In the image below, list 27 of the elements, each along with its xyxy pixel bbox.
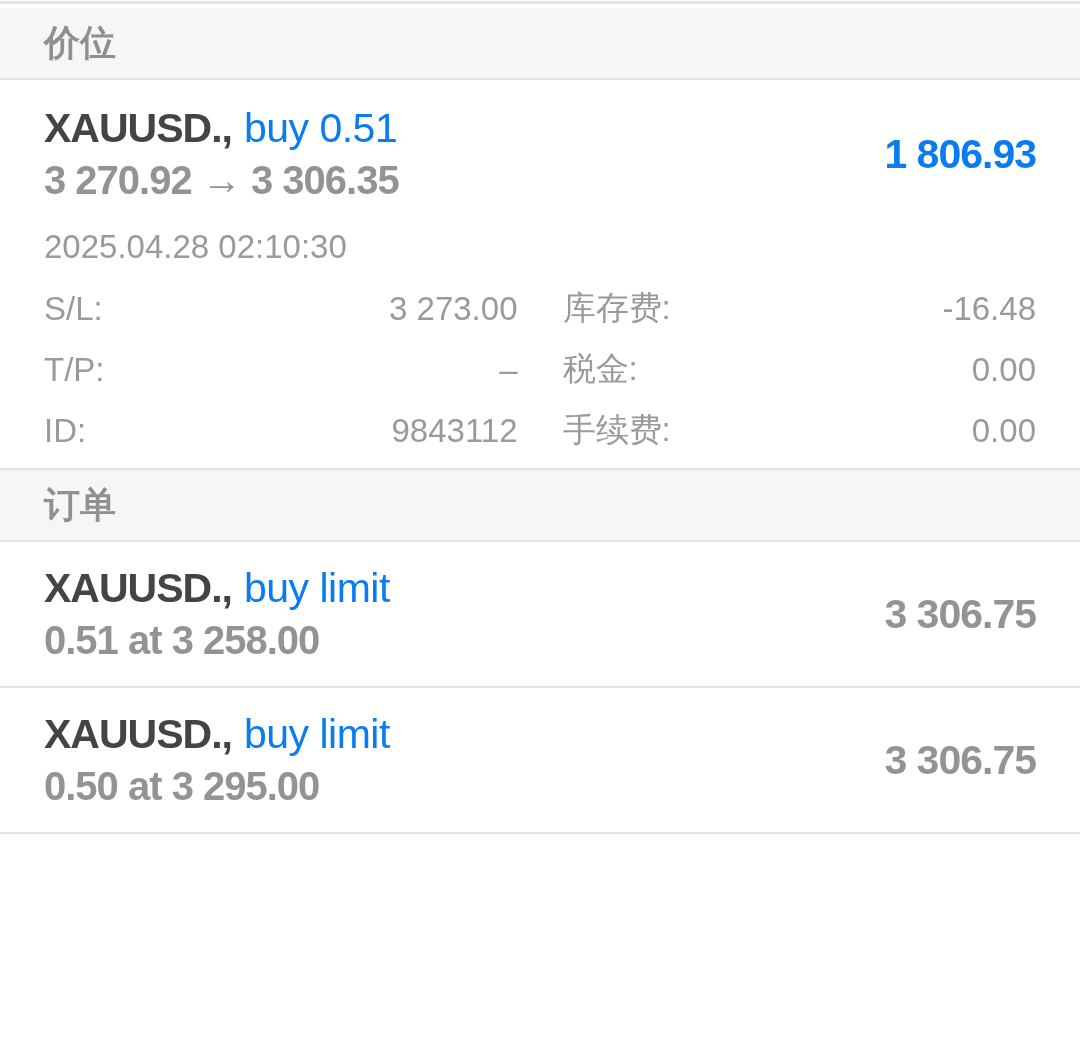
detail-label: 税金: xyxy=(562,349,638,389)
detail-label: ID: xyxy=(44,411,87,450)
detail-value: 9843112 xyxy=(391,411,518,450)
current-price-value: 3 306.75 xyxy=(884,736,1036,784)
detail-value: -16.48 xyxy=(942,289,1036,328)
volume-price-text: 0.51 at 3 258.00 xyxy=(44,618,320,662)
trade-type-text: buy 0.51 xyxy=(243,105,398,151)
detail-value: – xyxy=(499,350,518,389)
section-header: 订单 xyxy=(0,470,1080,542)
detail-value: 0.00 xyxy=(971,350,1036,389)
price-range-text: 3 270.92 → 3 306.35 xyxy=(44,158,399,202)
current-price-value: 3 306.75 xyxy=(884,590,1036,638)
volume-price-text: 0.50 at 3 295.00 xyxy=(44,764,320,808)
detail-label: 库存费: xyxy=(562,288,671,328)
order-type-text: buy limit xyxy=(243,565,390,611)
profit-value: 1 806.93 xyxy=(884,130,1036,178)
section-header: 价位 xyxy=(0,8,1080,80)
symbol-text: XAUUSD., xyxy=(44,711,232,757)
detail-value: 0.00 xyxy=(971,411,1036,450)
detail-value: 3 273.00 xyxy=(389,289,518,328)
open-time-text: 2025.04.28 02:10:30 xyxy=(44,228,347,265)
symbol-text: XAUUSD., xyxy=(44,105,232,151)
order-type-text: buy limit xyxy=(243,711,390,757)
detail-label: S/L: xyxy=(44,289,103,328)
detail-label: T/P: xyxy=(44,350,105,389)
detail-label: 手续费: xyxy=(562,410,671,450)
symbol-text: XAUUSD., xyxy=(44,565,232,611)
